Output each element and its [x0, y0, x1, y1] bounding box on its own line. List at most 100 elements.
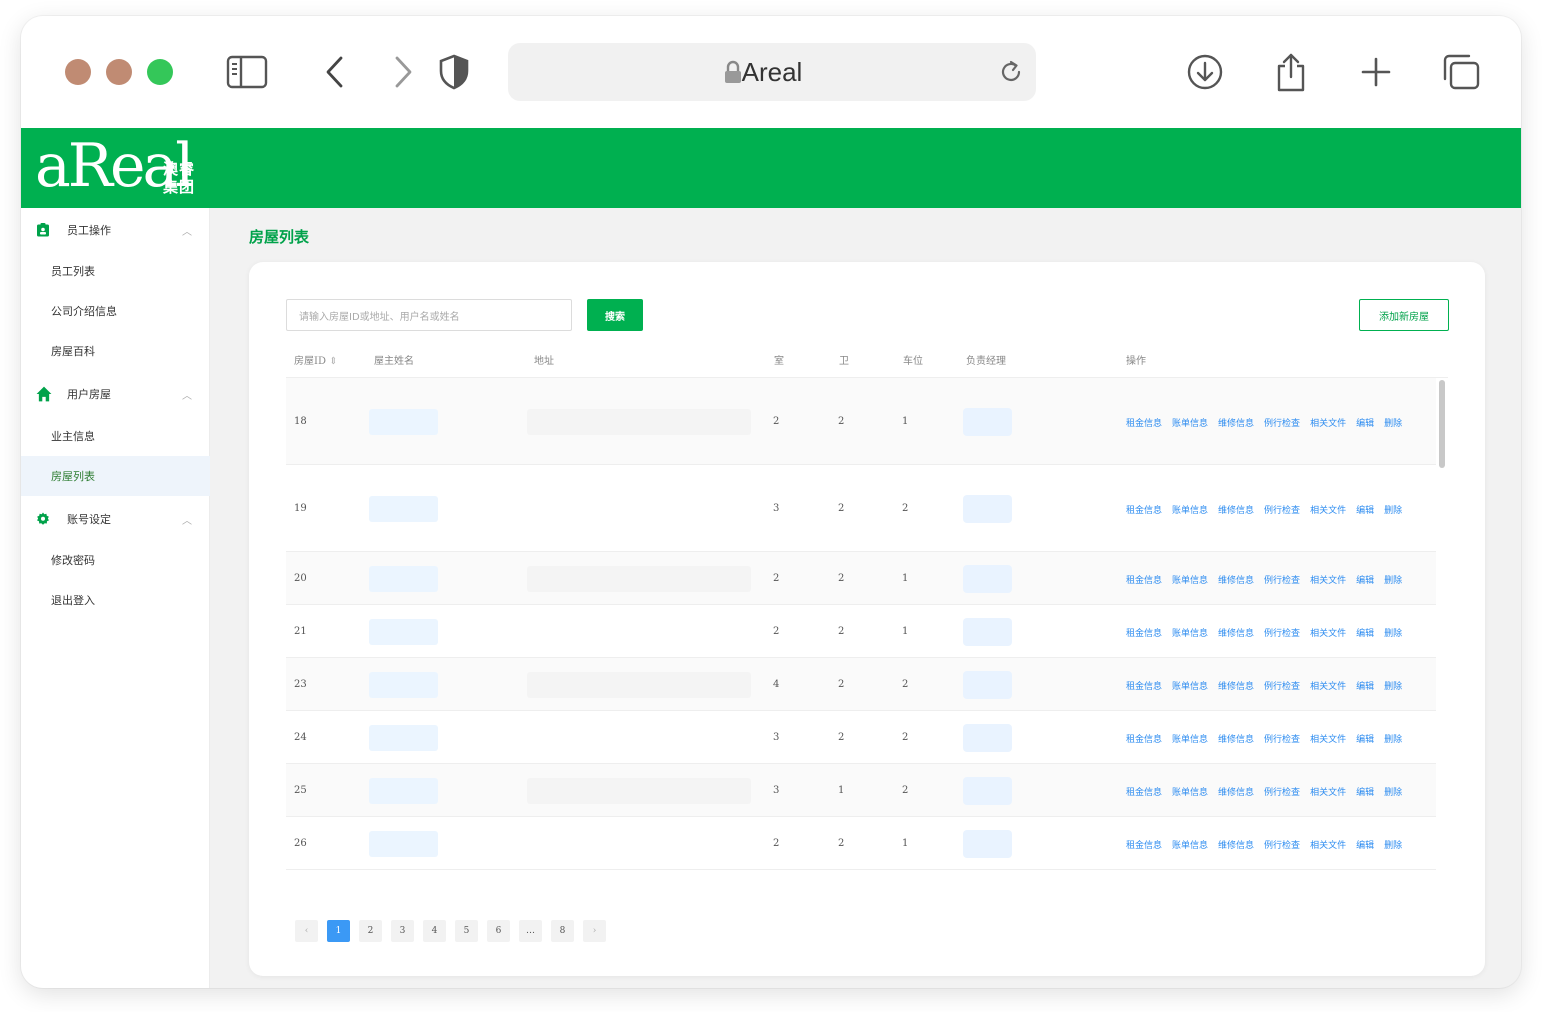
next-page-button[interactable]: › [583, 920, 606, 942]
sidebar-item-staff-list[interactable]: 员工列表 [21, 251, 210, 291]
files-link[interactable]: 相关文件 [1310, 679, 1346, 692]
search-input[interactable]: 请输入房屋ID或地址、用户名或姓名 [286, 299, 572, 331]
forward-icon[interactable] [381, 52, 425, 92]
rent-info-link[interactable]: 租金信息 [1126, 785, 1162, 798]
repair-info-link[interactable]: 维修信息 [1218, 573, 1254, 586]
address-cell [527, 619, 751, 645]
bill-info-link[interactable]: 账单信息 [1172, 838, 1208, 851]
page-button[interactable]: 5 [455, 920, 478, 942]
sidebar-item-owner-info[interactable]: 业主信息 [21, 416, 210, 456]
bill-info-link[interactable]: 账单信息 [1172, 732, 1208, 745]
files-link[interactable]: 相关文件 [1310, 416, 1346, 429]
edit-link[interactable]: 编辑 [1356, 732, 1374, 745]
rent-info-link[interactable]: 租金信息 [1126, 573, 1162, 586]
page-button[interactable]: 4 [423, 920, 446, 942]
repair-info-link[interactable]: 维修信息 [1218, 838, 1254, 851]
prev-page-button[interactable]: ‹ [295, 920, 318, 942]
bill-info-link[interactable]: 账单信息 [1172, 785, 1208, 798]
search-button[interactable]: 搜索 [587, 299, 643, 331]
repair-info-link[interactable]: 维修信息 [1218, 785, 1254, 798]
edit-link[interactable]: 编辑 [1356, 573, 1374, 586]
sidebar-item-house-list[interactable]: 房屋列表 [21, 456, 210, 496]
new-tab-icon[interactable] [1354, 52, 1398, 92]
repair-info-link[interactable]: 维修信息 [1218, 732, 1254, 745]
edit-link[interactable]: 编辑 [1356, 679, 1374, 692]
edit-link[interactable]: 编辑 [1356, 503, 1374, 516]
sidebar-item-change-password[interactable]: 修改密码 [21, 540, 210, 580]
rent-info-link[interactable]: 租金信息 [1126, 626, 1162, 639]
manager-cell [963, 777, 1012, 805]
bill-info-link[interactable]: 账单信息 [1172, 573, 1208, 586]
repair-info-link[interactable]: 维修信息 [1218, 416, 1254, 429]
tabs-overview-icon[interactable] [1439, 52, 1483, 92]
add-house-button[interactable]: 添加新房屋 [1359, 299, 1449, 331]
bill-info-link[interactable]: 账单信息 [1172, 503, 1208, 516]
column-header-id[interactable]: 房屋ID ⇕ [294, 352, 338, 367]
sidebar-group-staff[interactable]: 员工操作 ︿ [21, 210, 210, 250]
sidebar-group-houses[interactable]: 用户房屋 ︿ [21, 374, 210, 414]
rent-info-link[interactable]: 租金信息 [1126, 679, 1162, 692]
delete-link[interactable]: 删除 [1384, 838, 1402, 851]
parking-cell: 1 [902, 416, 909, 427]
inspection-link[interactable]: 例行检查 [1264, 785, 1300, 798]
delete-link[interactable]: 删除 [1384, 626, 1402, 639]
sidebar-item-company-info[interactable]: 公司介绍信息 [21, 291, 210, 331]
page-button[interactable]: 6 [487, 920, 510, 942]
delete-link[interactable]: 删除 [1384, 503, 1402, 516]
reload-icon[interactable] [998, 59, 1024, 85]
close-window-button[interactable] [65, 59, 91, 85]
page-button[interactable]: 3 [391, 920, 414, 942]
files-link[interactable]: 相关文件 [1310, 626, 1346, 639]
page-ellipsis[interactable]: … [519, 920, 542, 942]
page-button[interactable]: 1 [327, 920, 350, 942]
rent-info-link[interactable]: 租金信息 [1126, 416, 1162, 429]
sidebar-item-logout[interactable]: 退出登入 [21, 580, 210, 620]
inspection-link[interactable]: 例行检查 [1264, 732, 1300, 745]
sidebar-group-account[interactable]: 账号设定 ︿ [21, 499, 210, 539]
rent-info-link[interactable]: 租金信息 [1126, 732, 1162, 745]
bill-info-link[interactable]: 账单信息 [1172, 626, 1208, 639]
inspection-link[interactable]: 例行检查 [1264, 626, 1300, 639]
rent-info-link[interactable]: 租金信息 [1126, 503, 1162, 516]
repair-info-link[interactable]: 维修信息 [1218, 503, 1254, 516]
inspection-link[interactable]: 例行检查 [1264, 838, 1300, 851]
page-button[interactable]: 8 [551, 920, 574, 942]
sidebar-item-house-wiki[interactable]: 房屋百科 [21, 331, 210, 371]
shield-icon[interactable] [432, 52, 476, 92]
files-link[interactable]: 相关文件 [1310, 785, 1346, 798]
minimize-window-button[interactable] [106, 59, 132, 85]
files-link[interactable]: 相关文件 [1310, 573, 1346, 586]
delete-link[interactable]: 删除 [1384, 732, 1402, 745]
delete-link[interactable]: 删除 [1384, 785, 1402, 798]
delete-link[interactable]: 删除 [1384, 573, 1402, 586]
zoom-window-button[interactable] [147, 59, 173, 85]
files-link[interactable]: 相关文件 [1310, 503, 1346, 516]
edit-link[interactable]: 编辑 [1356, 626, 1374, 639]
bill-info-link[interactable]: 账单信息 [1172, 416, 1208, 429]
edit-link[interactable]: 编辑 [1356, 785, 1374, 798]
repair-info-link[interactable]: 维修信息 [1218, 679, 1254, 692]
inspection-link[interactable]: 例行检查 [1264, 416, 1300, 429]
share-icon[interactable] [1269, 52, 1313, 92]
files-link[interactable]: 相关文件 [1310, 732, 1346, 745]
repair-info-link[interactable]: 维修信息 [1218, 626, 1254, 639]
download-icon[interactable] [1183, 52, 1227, 92]
address-bar[interactable]: Areal [508, 43, 1036, 101]
owner-name-cell [369, 566, 438, 592]
delete-link[interactable]: 删除 [1384, 679, 1402, 692]
rent-info-link[interactable]: 租金信息 [1126, 838, 1162, 851]
edit-link[interactable]: 编辑 [1356, 416, 1374, 429]
sidebar-icon[interactable] [225, 52, 269, 92]
sort-icon[interactable]: ⇕ [329, 356, 337, 367]
back-icon[interactable] [313, 52, 357, 92]
bill-info-link[interactable]: 账单信息 [1172, 679, 1208, 692]
inspection-link[interactable]: 例行检查 [1264, 503, 1300, 516]
delete-link[interactable]: 删除 [1384, 416, 1402, 429]
inspection-link[interactable]: 例行检查 [1264, 679, 1300, 692]
files-link[interactable]: 相关文件 [1310, 838, 1346, 851]
page-button[interactable]: 2 [359, 920, 382, 942]
inspection-link[interactable]: 例行检查 [1264, 573, 1300, 586]
manager-cell [963, 671, 1012, 699]
table-scrollbar[interactable] [1439, 380, 1445, 468]
edit-link[interactable]: 编辑 [1356, 838, 1374, 851]
